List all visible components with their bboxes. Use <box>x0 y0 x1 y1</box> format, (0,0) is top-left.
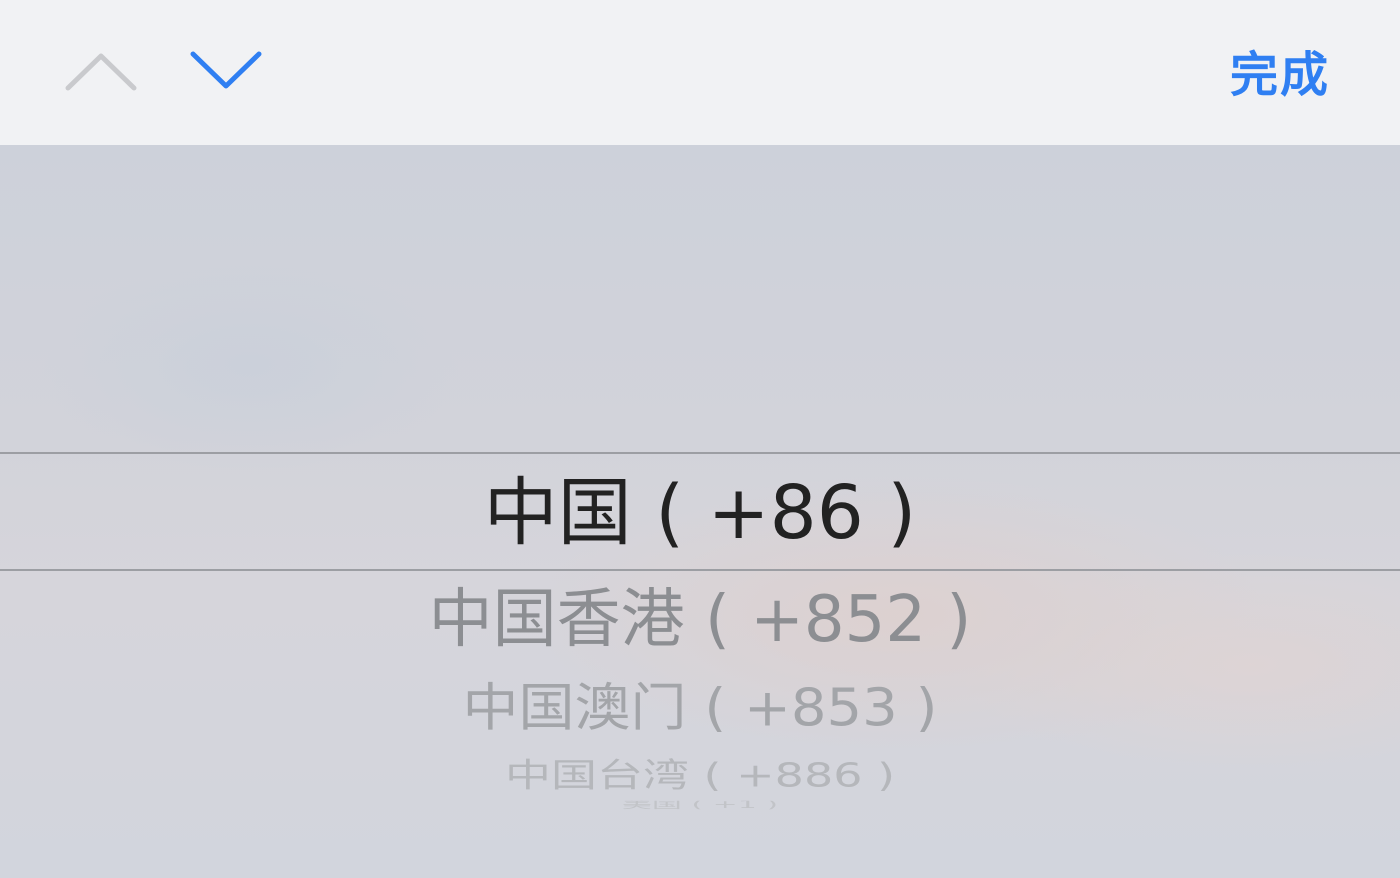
picker-option[interactable]: 中国香港 ( +852 ) <box>0 580 1400 660</box>
picker-option[interactable]: 美国 ( +1 ) <box>0 801 1400 809</box>
picker-option[interactable]: 中国澳门 ( +853 ) <box>0 679 1400 739</box>
selection-indicator-top <box>0 452 1400 454</box>
done-button[interactable]: 完成 <box>1230 40 1330 110</box>
previous-field-button[interactable] <box>56 40 146 104</box>
selection-indicator-bottom <box>0 569 1400 571</box>
chevron-down-icon <box>190 51 262 89</box>
phone-screen: 完成 中国 ( +86 ) 中国香港 ( +852 ) 中国澳门 ( +853 … <box>0 0 1400 878</box>
keyboard-accessory-toolbar: 完成 <box>0 0 1400 145</box>
picker-option-selected[interactable]: 中国 ( +86 ) <box>0 463 1400 563</box>
picker-option[interactable]: 中国台湾 ( +886 ) <box>0 758 1400 793</box>
next-field-button[interactable] <box>181 40 271 104</box>
country-code-picker[interactable]: 中国 ( +86 ) 中国香港 ( +852 ) 中国澳门 ( +853 ) 中… <box>0 145 1400 878</box>
chevron-up-icon <box>65 53 137 91</box>
